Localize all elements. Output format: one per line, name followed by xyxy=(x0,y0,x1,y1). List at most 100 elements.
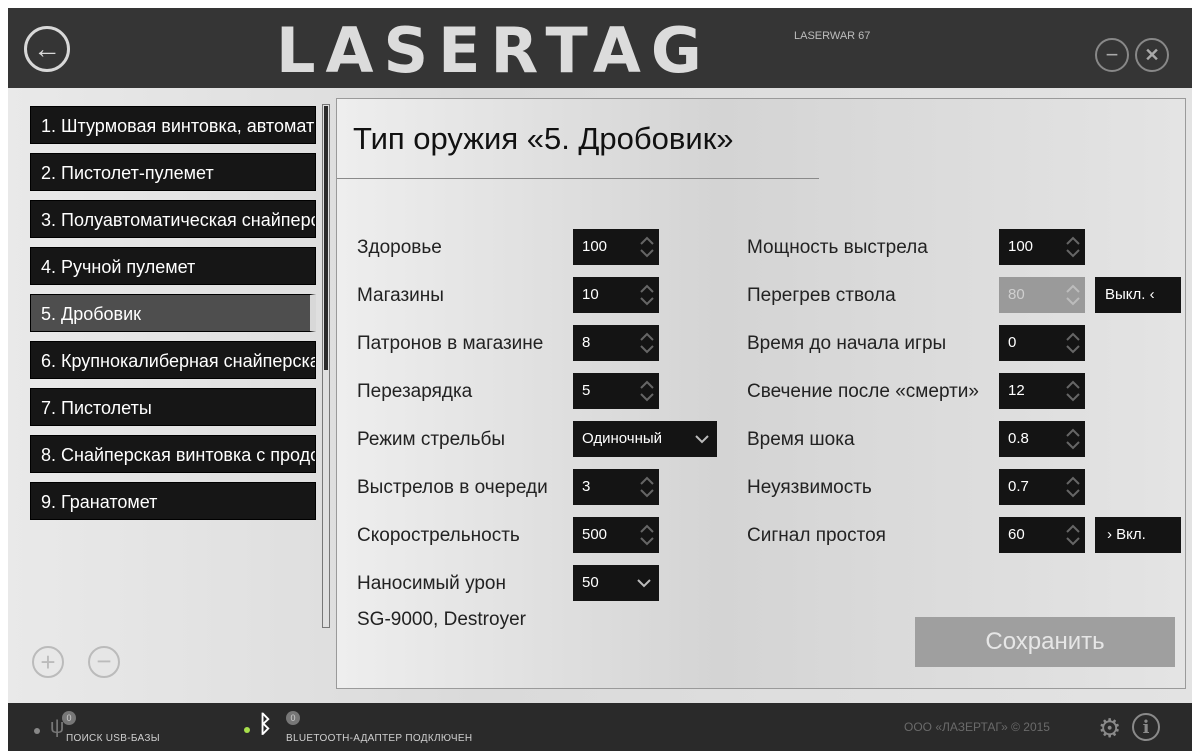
game-start-delay-stepper[interactable]: 0 xyxy=(999,325,1085,361)
info-icon[interactable]: i xyxy=(1132,713,1160,741)
bluetooth-status-dot xyxy=(244,727,250,733)
field-label: Перегрев ствола xyxy=(747,285,896,306)
stepper-value: 10 xyxy=(582,286,599,303)
stepper-arrows-icon[interactable] xyxy=(1063,233,1083,261)
field-label: Здоровье xyxy=(357,237,442,258)
sidebar-scrollbar[interactable] xyxy=(322,104,330,628)
weapon-type-item[interactable]: 1. Штурмовая винтовка, автомат xyxy=(30,106,316,144)
stepper-arrows-icon[interactable] xyxy=(637,281,657,309)
minus-icon: − xyxy=(1105,42,1119,67)
usb-status-dot xyxy=(34,728,40,734)
weapon-type-list: 1. Штурмовая винтовка, автомат 2. Пистол… xyxy=(30,106,316,529)
chevron-down-icon xyxy=(637,579,651,588)
shot-power-stepper[interactable]: 100 xyxy=(999,229,1085,265)
stepper-value: 500 xyxy=(582,526,608,543)
title-divider xyxy=(337,178,819,179)
field-label: Время шока xyxy=(747,429,855,450)
field-label: Скорострельность xyxy=(357,525,520,546)
weapon-type-item[interactable]: 7. Пистолеты xyxy=(30,388,316,426)
field-label: Сигнал простоя xyxy=(747,525,886,546)
stepper-value: 5 xyxy=(582,382,591,399)
weapon-type-item[interactable]: 6. Крупнокалиберная снайперская винтовка xyxy=(30,341,316,379)
fire-mode-dropdown[interactable]: Одиночный xyxy=(573,421,717,457)
stepper-arrows-icon[interactable] xyxy=(637,377,657,405)
idle-signal-on-toggle[interactable]: › Вкл. xyxy=(1095,517,1181,553)
shock-time-stepper[interactable]: 0.8 xyxy=(999,421,1085,457)
usb-status-text: ПОИСК USB-БАЗЫ xyxy=(66,733,160,744)
field-label: Магазины xyxy=(357,285,444,306)
stepper-value: 3 xyxy=(582,478,591,495)
plus-icon: + xyxy=(40,647,56,677)
stepper-arrows-icon[interactable] xyxy=(637,329,657,357)
stepper-value: 100 xyxy=(582,238,608,255)
add-weapon-button[interactable]: + xyxy=(32,646,64,678)
weapon-type-item[interactable]: 3. Полуавтоматическая снайперская винтов… xyxy=(30,200,316,238)
weapon-models-text: SG-9000, Destroyer xyxy=(357,609,526,630)
weapon-type-item[interactable]: 4. Ручной пулемет xyxy=(30,247,316,285)
weapon-type-item[interactable]: 9. Гранатомет xyxy=(30,482,316,520)
field-label: Выстрелов в очереди xyxy=(357,477,548,498)
rounds-per-magazine-stepper[interactable]: 8 xyxy=(573,325,659,361)
back-button[interactable]: ← xyxy=(24,26,70,72)
header: ← LASERTAG LASERWAR 67 − ✕ xyxy=(8,8,1192,88)
close-button[interactable]: ✕ xyxy=(1135,38,1169,72)
stepper-arrows-icon[interactable] xyxy=(1063,281,1083,309)
idle-signal-stepper[interactable]: 60 xyxy=(999,517,1085,553)
field-label: Время до начала игры xyxy=(747,333,947,354)
minus-icon: − xyxy=(96,646,112,676)
main-content: 1. Штурмовая винтовка, автомат 2. Пистол… xyxy=(8,88,1192,703)
gear-icon[interactable]: ⚙ xyxy=(1098,715,1121,741)
dropdown-value: Одиночный xyxy=(582,430,663,447)
stepper-value: 0.7 xyxy=(1008,478,1029,495)
barrel-overheat-stepper[interactable]: 80 xyxy=(999,277,1085,313)
field-label: Неуязвимость xyxy=(747,477,872,498)
minimize-button[interactable]: − xyxy=(1095,38,1129,72)
weapon-type-item[interactable]: 2. Пистолет-пулемет xyxy=(30,153,316,191)
arrow-left-icon: ← xyxy=(33,33,61,64)
bluetooth-status-text: BLUETOOTH-АДАПТЕР ПОДКЛЮЧЕН xyxy=(286,733,473,744)
stepper-arrows-icon[interactable] xyxy=(1063,329,1083,357)
invulnerability-stepper[interactable]: 0.7 xyxy=(999,469,1085,505)
stepper-value: 8 xyxy=(582,334,591,351)
weapon-type-item[interactable]: 8. Снайперская винтовка с продольно-скол… xyxy=(30,435,316,473)
overheat-off-toggle[interactable]: Выкл. ‹ xyxy=(1095,277,1181,313)
field-label: Наносимый урон xyxy=(357,573,506,594)
damage-dropdown[interactable]: 50 xyxy=(573,565,659,601)
usb-count-badge: 0 xyxy=(62,711,76,725)
stepper-arrows-icon[interactable] xyxy=(637,521,657,549)
remove-weapon-button[interactable]: − xyxy=(88,646,120,678)
health-stepper[interactable]: 100 xyxy=(573,229,659,265)
stepper-arrows-icon[interactable] xyxy=(1063,473,1083,501)
bluetooth-icon: ᛒ xyxy=(258,711,273,738)
page-title: Тип оружия «5. Дробовик» xyxy=(353,121,734,156)
dropdown-value: 50 xyxy=(582,574,599,591)
stepper-arrows-icon[interactable] xyxy=(1063,521,1083,549)
stepper-value: 60 xyxy=(1008,526,1025,543)
stepper-arrows-icon[interactable] xyxy=(637,233,657,261)
weapon-type-item-selected[interactable]: 5. Дробовик xyxy=(30,294,316,332)
weapon-settings-panel: Тип оружия «5. Дробовик» Здоровье 100 Ма… xyxy=(336,98,1186,689)
reload-stepper[interactable]: 5 xyxy=(573,373,659,409)
field-label: Свечение после «смерти» xyxy=(747,381,979,402)
stepper-value: 0.8 xyxy=(1008,430,1029,447)
scrollbar-thumb[interactable] xyxy=(324,106,328,370)
magazines-stepper[interactable]: 10 xyxy=(573,277,659,313)
stepper-arrows-icon[interactable] xyxy=(1063,377,1083,405)
field-label: Режим стрельбы xyxy=(357,429,506,450)
stepper-value: 100 xyxy=(1008,238,1034,255)
device-model: LASERWAR 67 xyxy=(794,30,871,42)
status-bar: ψ 0 ПОИСК USB-БАЗЫ ᛒ 0 BLUETOOTH-АДАПТЕР… xyxy=(8,703,1192,751)
field-label: Перезарядка xyxy=(357,381,473,402)
stepper-arrows-icon[interactable] xyxy=(637,473,657,501)
chevron-down-icon xyxy=(695,435,709,444)
save-button[interactable]: Сохранить xyxy=(915,617,1175,667)
stepper-value: 0 xyxy=(1008,334,1017,351)
field-label: Мощность выстрела xyxy=(747,237,928,258)
copyright-text: ООО «ЛАЗЕРТАГ» © 2015 xyxy=(904,720,1050,734)
stepper-arrows-icon[interactable] xyxy=(1063,425,1083,453)
rate-of-fire-stepper[interactable]: 500 xyxy=(573,517,659,553)
app-logo: LASERTAG xyxy=(276,14,712,87)
burst-shots-stepper[interactable]: 3 xyxy=(573,469,659,505)
close-icon: ✕ xyxy=(1144,44,1160,65)
death-glow-stepper[interactable]: 12 xyxy=(999,373,1085,409)
